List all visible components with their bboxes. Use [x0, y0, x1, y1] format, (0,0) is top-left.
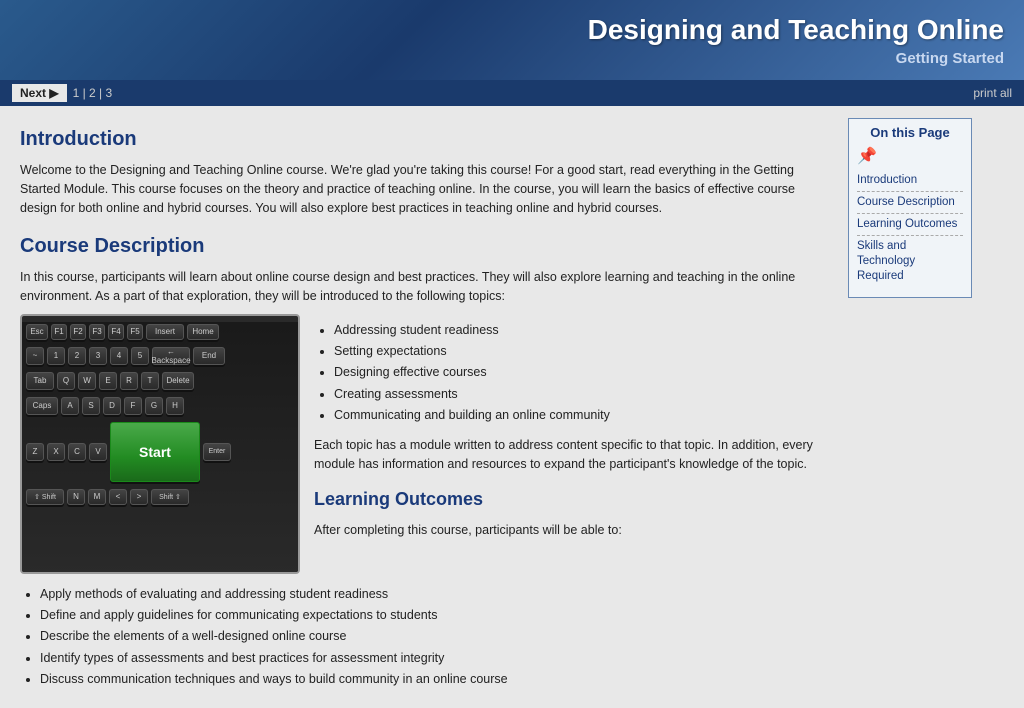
outcome-4: Identify types of assessments and best p… [40, 648, 820, 669]
course-desc-intro: In this course, participants will learn … [20, 268, 820, 306]
sidebar-link-course-desc[interactable]: Course Description [857, 192, 963, 214]
key-f2: F2 [70, 324, 86, 340]
key-esc: Esc [26, 324, 48, 340]
navbar: Next ▶ 1 | 2 | 3 print all [0, 80, 1024, 106]
bullet-5: Communicating and building an online com… [334, 405, 820, 426]
key-insert: Insert [146, 324, 184, 340]
course-desc-heading: Course Description [20, 235, 820, 258]
course-desc-section: Course Description In this course, parti… [20, 235, 820, 574]
key-2: 2 [68, 347, 86, 365]
key-rshift: Shift ⇧ [151, 489, 189, 505]
key-e: E [99, 372, 117, 390]
pin-icon: 📌 [857, 146, 963, 166]
sidebar-link-learning-outcomes[interactable]: Learning Outcomes [857, 214, 963, 236]
page-numbers: 1 | 2 | 3 [73, 86, 113, 100]
key-delete: Delete [162, 372, 194, 390]
course-desc-layout: Esc F1 F2 F3 F4 F5 Insert Home ~ 1 [20, 314, 820, 574]
key-lt: < [109, 489, 127, 505]
outcomes-list: Apply methods of evaluating and addressi… [40, 584, 820, 690]
on-this-page-title: On this Page [857, 125, 963, 140]
key-home: Home [187, 324, 219, 340]
key-x: X [47, 443, 65, 461]
navbar-left: Next ▶ 1 | 2 | 3 [12, 84, 112, 102]
key-f5: F5 [127, 324, 143, 340]
start-key: Start [110, 422, 200, 482]
sidebar-link-intro[interactable]: Introduction [857, 170, 963, 192]
key-end: End [193, 347, 225, 365]
key-r: R [120, 372, 138, 390]
bullet-3: Designing effective courses [334, 362, 820, 383]
course-right-text: Addressing student readiness Setting exp… [314, 314, 820, 574]
key-f1: F1 [51, 324, 67, 340]
on-this-page-box: On this Page 📌 Introduction Course Descr… [848, 118, 972, 298]
page-subtitle: Getting Started [896, 50, 1004, 67]
key-caps: Caps [26, 397, 58, 415]
key-1: 1 [47, 347, 65, 365]
next-button[interactable]: Next ▶ [12, 84, 67, 102]
key-n: N [67, 489, 85, 505]
key-a: A [61, 397, 79, 415]
course-bullets: Addressing student readiness Setting exp… [334, 320, 820, 426]
key-gt: > [130, 489, 148, 505]
key-t: T [141, 372, 159, 390]
key-tilde: ~ [26, 347, 44, 365]
keyboard-bg: Esc F1 F2 F3 F4 F5 Insert Home ~ 1 [22, 322, 298, 574]
content-area: Introduction Welcome to the Designing an… [0, 106, 840, 708]
key-z: Z [26, 443, 44, 461]
key-c: C [68, 443, 86, 461]
key-tab: Tab [26, 372, 54, 390]
course-followup: Each topic has a module written to addre… [314, 436, 820, 474]
main-layout: Introduction Welcome to the Designing an… [0, 106, 1024, 708]
key-g: G [145, 397, 163, 415]
page-header: Designing and Teaching Online Getting St… [0, 0, 1024, 80]
bullet-4: Creating assessments [334, 384, 820, 405]
bullet-1: Addressing student readiness [334, 320, 820, 341]
outcome-5: Discuss communication techniques and way… [40, 669, 820, 690]
outcome-2: Define and apply guidelines for communic… [40, 605, 820, 626]
sidebar-link-skills[interactable]: Skills and Technology Required [857, 236, 963, 287]
key-f: F [124, 397, 142, 415]
page-title: Designing and Teaching Online [588, 14, 1004, 46]
outcome-3: Describe the elements of a well-designed… [40, 626, 820, 647]
outcome-1: Apply methods of evaluating and addressi… [40, 584, 820, 605]
key-5: 5 [131, 347, 149, 365]
keyboard-image: Esc F1 F2 F3 F4 F5 Insert Home ~ 1 [20, 314, 300, 574]
sidebar: On this Page 📌 Introduction Course Descr… [840, 106, 980, 708]
key-d: D [103, 397, 121, 415]
intro-heading: Introduction [20, 128, 820, 151]
key-s: S [82, 397, 100, 415]
print-all-link[interactable]: print all [973, 86, 1012, 100]
key-shift: ⇧ Shift [26, 489, 64, 505]
key-enter: Enter [203, 443, 231, 461]
learning-outcomes-heading: Learning Outcomes [314, 486, 820, 513]
learning-outcomes-intro: After completing this course, participan… [314, 521, 820, 540]
intro-text: Welcome to the Designing and Teaching On… [20, 161, 820, 217]
key-3: 3 [89, 347, 107, 365]
key-v: V [89, 443, 107, 461]
key-w: W [78, 372, 96, 390]
key-backspace: ← Backspace [152, 347, 190, 365]
key-f3: F3 [89, 324, 105, 340]
key-4: 4 [110, 347, 128, 365]
key-h: H [166, 397, 184, 415]
key-f4: F4 [108, 324, 124, 340]
key-m: M [88, 489, 106, 505]
key-q: Q [57, 372, 75, 390]
bullet-2: Setting expectations [334, 341, 820, 362]
